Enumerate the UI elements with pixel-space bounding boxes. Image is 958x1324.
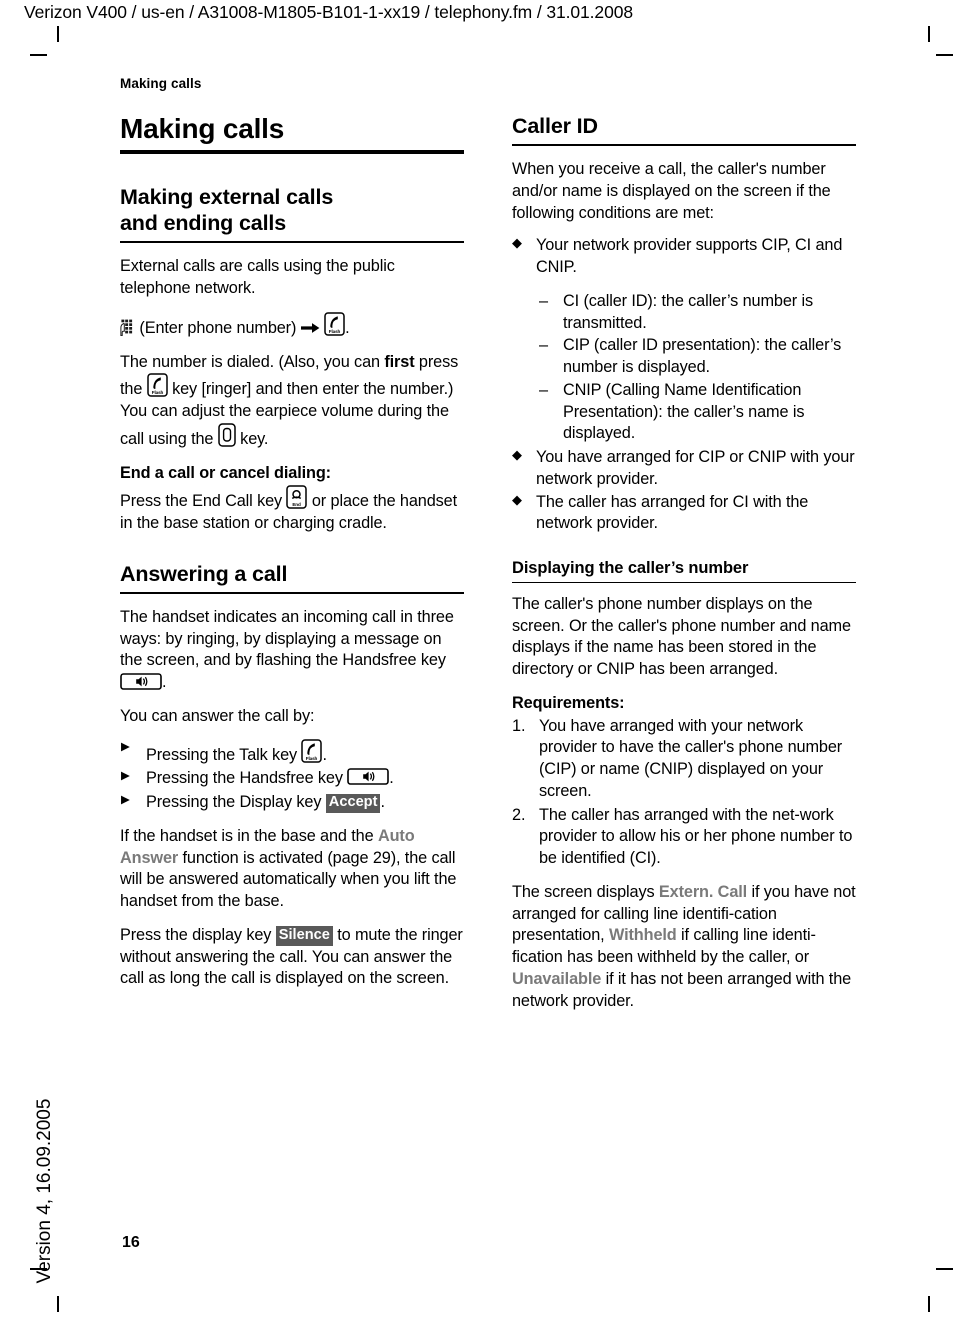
subheading-requirements: Requirements: xyxy=(512,693,625,712)
list-item: Pressing the Handsfree key . xyxy=(120,768,464,790)
arrow-right-icon xyxy=(300,322,320,334)
section-rule xyxy=(120,241,464,244)
svg-text:End: End xyxy=(293,502,302,507)
section-rule xyxy=(120,591,464,594)
list-item: The caller has arranged with the net-wor… xyxy=(512,805,853,868)
handsfree-key-icon xyxy=(347,768,390,786)
list-item: Pressing the Talk key Flash . xyxy=(120,738,464,767)
document-slug: Verizon V400 / us-en / A31008-M1805-B101… xyxy=(24,2,633,22)
svg-text:Flash: Flash xyxy=(329,329,341,334)
dial-instruction-period: . xyxy=(345,318,350,337)
page-title: Making calls xyxy=(120,113,285,144)
page-number: 16 xyxy=(122,1234,140,1251)
section-heading-caller-id: Caller ID xyxy=(512,114,598,138)
section-rule xyxy=(512,144,856,146)
display-term-extern-call: Extern. Call xyxy=(658,882,748,901)
paragraph-end-call: Press the End Call key End or place the … xyxy=(120,485,464,535)
heading-line-1: Making external calls xyxy=(120,185,334,210)
display-key-silence[interactable]: Silence xyxy=(275,926,333,946)
heading-line-2: and ending calls xyxy=(120,211,287,236)
handsfree-key-icon xyxy=(120,673,162,690)
running-head: Making calls xyxy=(120,76,202,91)
subsection-rule xyxy=(512,581,856,583)
text-fragment: key. xyxy=(235,429,269,448)
page-body: Making calls Making calls Making externa… xyxy=(120,76,856,1024)
subheading-end-a-call: End a call or cancel dialing: xyxy=(120,463,331,482)
list-item: Pressing the Display key Accept. xyxy=(120,792,464,814)
crop-mark-top-left-horizontal xyxy=(30,54,47,56)
crop-mark-bottom-left-vertical xyxy=(57,1296,59,1312)
text-fragment: . xyxy=(162,673,167,692)
paragraph-caller-id-intro: When you receive a call, the caller's nu… xyxy=(512,160,831,222)
caller-id-subtypes-list: CI (caller ID): the caller’s number is t… xyxy=(539,291,856,445)
emphasis-first: first xyxy=(384,352,415,371)
version-footer: Version 4, 16.09.2005 xyxy=(34,1098,55,1284)
paragraph-answer-options-intro: You can answer the call by: xyxy=(120,706,315,725)
caller-id-conditions-list: Your network provider supports CIP, CI a… xyxy=(512,234,856,279)
answer-options-list: Pressing the Talk key Flash . Pressing t… xyxy=(120,738,464,814)
text-fragment: key [ringer] and then enter the number.)… xyxy=(120,380,454,448)
left-column: Making calls Making external calls and e… xyxy=(120,113,464,1024)
list-item: CI (caller ID): the caller’s number is t… xyxy=(539,291,856,335)
dial-instruction-text: (Enter phone number) xyxy=(139,318,297,337)
two-column-layout: Making calls Making external calls and e… xyxy=(120,113,856,1024)
talk-key-icon: Flash xyxy=(324,312,345,336)
display-key-accept[interactable]: Accept xyxy=(325,793,381,813)
text-fragment: Pressing the Display key xyxy=(146,793,326,812)
list-item: CNIP (Calling Name Identification Presen… xyxy=(539,380,856,445)
text-fragment: . xyxy=(380,793,385,812)
text-fragment: If the handset is in the base and the xyxy=(120,826,378,845)
talk-key-icon: Flash xyxy=(146,373,168,398)
paragraph-silence-key: Press the display key Silence to mute th… xyxy=(120,925,464,990)
list-item: Your network provider supports CIP, CI a… xyxy=(512,234,856,279)
text-fragment: Press the End Call key xyxy=(120,492,287,511)
svg-text:Flash: Flash xyxy=(306,756,318,761)
svg-text:Flash: Flash xyxy=(151,390,163,395)
text-fragment: Press the display key xyxy=(120,925,276,944)
talk-key-icon: Flash xyxy=(301,738,323,763)
text-fragment: The handset indicates an incoming call i… xyxy=(120,607,454,670)
crop-mark-bottom-right-horizontal xyxy=(936,1268,953,1270)
list-item: The caller has arranged for CI with the … xyxy=(512,491,856,536)
paragraph-incoming-call-indication: The handset indicates an incoming call i… xyxy=(120,607,464,694)
requirements-list: You have arranged with your network prov… xyxy=(512,716,856,870)
paragraph-external-calls-intro: External calls are calls using the publi… xyxy=(120,257,395,298)
crop-mark-top-right-vertical xyxy=(928,26,930,42)
end-key-icon: End xyxy=(286,485,308,510)
paragraph-dial-procedure: (Enter phone number) Flash . xyxy=(120,312,464,340)
display-term-unavailable: Unavailable xyxy=(512,969,602,988)
text-fragment: The screen displays xyxy=(512,882,659,901)
section-heading-making-external-calls: Making external calls and ending calls xyxy=(120,184,464,236)
title-rule xyxy=(120,150,464,155)
list-item: CIP (caller ID presentation): the caller… xyxy=(539,335,856,379)
paragraph-auto-answer: If the handset is in the base and the Au… xyxy=(120,826,464,913)
text-fragment: The number is dialed. (Also, you can xyxy=(120,352,385,371)
right-column: Caller ID When you receive a call, the c… xyxy=(512,113,856,1024)
list-item: You have arranged with your network prov… xyxy=(512,716,843,800)
paragraph-number-display: The caller's phone number displays on th… xyxy=(512,594,851,679)
caller-id-conditions-list-cont: You have arranged for CIP or CNIP with y… xyxy=(512,446,856,536)
keypad-icon xyxy=(120,319,135,336)
text-fragment: Pressing the Talk key xyxy=(146,745,302,764)
section-heading-answering-a-call: Answering a call xyxy=(120,561,288,586)
list-item: You have arranged for CIP or CNIP with y… xyxy=(512,446,856,491)
crop-mark-top-right-horizontal xyxy=(936,54,953,56)
paragraph-number-dialed: The number is dialed. (Also, you can fir… xyxy=(120,352,464,451)
crop-mark-top-left-vertical xyxy=(57,26,59,42)
paragraph-screen-display-states: The screen displays Extern. Call if you … xyxy=(512,882,856,1013)
volume-key-icon xyxy=(218,423,236,447)
text-fragment: Pressing the Handsfree key xyxy=(146,769,348,788)
text-fragment: . xyxy=(389,769,394,788)
subsection-heading-displaying-callers-number: Displaying the caller’s number xyxy=(512,559,749,577)
text-fragment: . xyxy=(322,745,327,764)
display-term-withheld: Withheld xyxy=(608,926,677,945)
crop-mark-bottom-right-vertical xyxy=(928,1296,930,1312)
